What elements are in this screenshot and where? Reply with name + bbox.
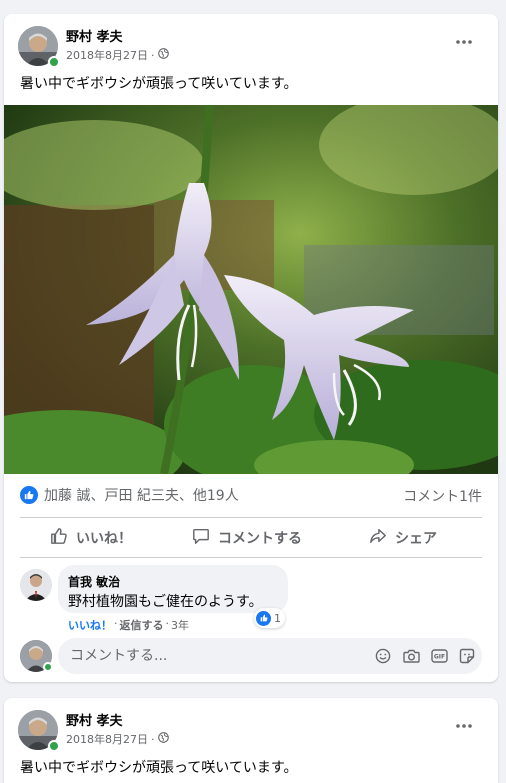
comment-input-box: GIF	[58, 638, 482, 674]
reactions-text: 加藤 誠、戸田 紀三夫、他19人	[44, 488, 239, 504]
post-meta: 2018年8月27日 ·	[66, 731, 169, 747]
post-photo[interactable]	[4, 95, 498, 500]
comment-meta-separator: ·	[114, 617, 118, 630]
more-options-icon[interactable]	[450, 712, 478, 740]
globe-icon	[157, 732, 169, 746]
like-badge-icon	[256, 610, 271, 626]
comment-like-link[interactable]: いいね！	[68, 617, 112, 633]
share-button[interactable]: シェア	[369, 521, 437, 554]
comment-reply-link[interactable]: 返信する	[120, 617, 164, 633]
meta-separator: ·	[151, 48, 155, 62]
post-date[interactable]: 2018年8月27日	[66, 47, 148, 63]
meta-separator: ·	[151, 732, 155, 746]
more-options-icon[interactable]	[450, 28, 478, 56]
commenter-name[interactable]: 首我 敏治	[68, 573, 120, 590]
thumbs-up-icon	[50, 527, 68, 549]
divider	[20, 517, 482, 518]
post-card: 野村 孝夫 2018年8月27日 · 暑い中でギボウシが頑張って咲いています。	[4, 698, 498, 783]
post-text: 暑い中でギボウシが頑張って咲いています。	[20, 760, 298, 776]
like-label: いいね！	[76, 530, 132, 547]
comment-text: 野村植物園もご健在のようす。	[68, 594, 263, 610]
comment-reaction-badge[interactable]: 1	[254, 608, 285, 628]
comment-button[interactable]: コメントする	[192, 521, 302, 554]
post-date[interactable]: 2018年8月27日	[66, 731, 148, 747]
post-meta: 2018年8月27日 ·	[66, 47, 169, 63]
divider	[20, 557, 482, 558]
comment-actions: いいね！ · 返信する · 3年	[68, 617, 189, 633]
comment-age[interactable]: 3年	[171, 617, 189, 633]
commenter-avatar[interactable]	[20, 569, 52, 601]
online-status-badge	[48, 56, 60, 68]
camera-icon[interactable]	[402, 647, 420, 665]
online-status-badge	[48, 740, 60, 752]
post-card: 野村 孝夫 2018年8月27日 · 暑い中でギボウシが頑張って咲いています。	[4, 14, 498, 682]
svg-text:GIF: GIF	[433, 654, 444, 661]
like-badge-icon	[20, 486, 38, 504]
reactions-summary[interactable]: 加藤 誠、戸田 紀三夫、他19人	[20, 485, 239, 505]
share-icon	[369, 527, 387, 549]
comments-count[interactable]: コメント1件	[403, 486, 482, 506]
author-name[interactable]: 野村 孝夫	[66, 26, 123, 45]
comment-reaction-count: 1	[274, 611, 281, 625]
comment-label: コメントする	[218, 530, 302, 547]
comment-meta-separator: ·	[165, 617, 170, 630]
online-status-badge	[43, 662, 53, 672]
author-name[interactable]: 野村 孝夫	[66, 710, 123, 729]
emoji-icon[interactable]	[374, 647, 392, 665]
globe-icon	[157, 48, 169, 62]
comment-input[interactable]	[70, 646, 350, 666]
gif-icon[interactable]: GIF	[430, 647, 448, 665]
post-header: 野村 孝夫 2018年8月27日 ·	[4, 698, 498, 758]
comment-bubble: 首我 敏治 野村植物園もご健在のようす。	[58, 565, 288, 613]
share-label: シェア	[395, 530, 437, 547]
post-text: 暑い中でギボウシが頑張って咲いています。	[20, 76, 298, 92]
post-header: 野村 孝夫 2018年8月27日 ·	[4, 14, 498, 74]
sticker-icon[interactable]	[458, 647, 476, 665]
comment-icon	[192, 527, 210, 549]
like-button[interactable]: いいね！	[50, 521, 132, 554]
